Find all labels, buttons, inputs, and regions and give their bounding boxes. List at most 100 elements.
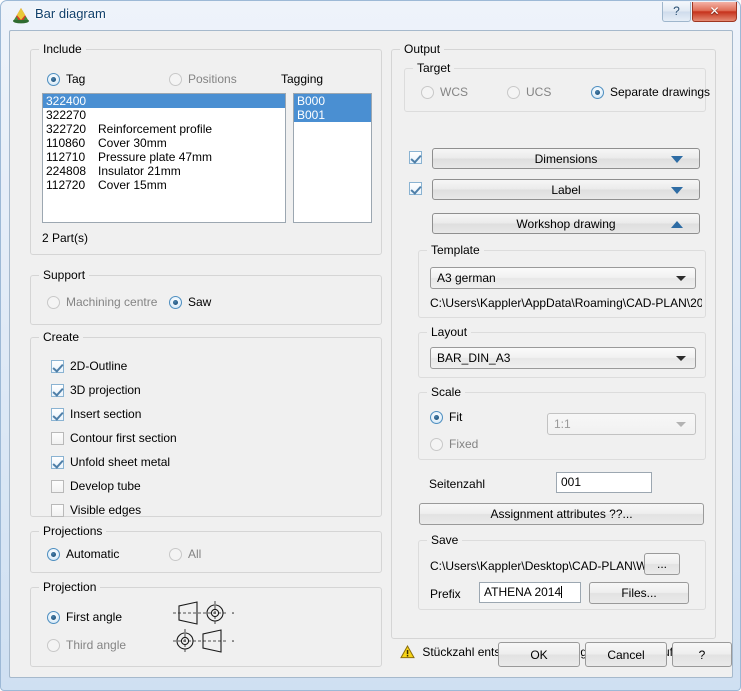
dimensions-button-label: Dimensions — [534, 151, 598, 166]
list-item[interactable]: 322720 Reinforcement profile — [43, 122, 285, 136]
checkbox-visible-edges-box — [51, 504, 64, 517]
seitenzahl-label: Seitenzahl — [429, 477, 486, 491]
list-item[interactable]: 112710 Pressure plate 47mm — [43, 150, 285, 164]
dialog-body: Include Tag Positions Tagging 322400 322… — [9, 30, 733, 678]
ok-button-label: OK — [530, 647, 548, 662]
list-item[interactable]: 322270 — [43, 108, 285, 122]
seitenzahl-input[interactable]: 001 — [556, 472, 652, 493]
parts-count-label: 2 Part(s) — [42, 231, 89, 245]
radio-saw-label: Saw — [188, 295, 212, 309]
scale-legend: Scale — [427, 385, 466, 399]
part-code: 322400 — [46, 94, 87, 108]
help-button[interactable]: ? — [672, 642, 732, 667]
part-code: 224808 — [46, 164, 87, 178]
save-group: Save C:\Users\Kappler\Desktop\CAD-PLAN\W… — [418, 533, 706, 610]
radio-separate-drawings-indicator — [591, 86, 604, 99]
checkbox-3d-projection-label: 3D projection — [70, 383, 141, 397]
radio-ucs-label: UCS — [526, 85, 552, 99]
list-item[interactable]: 224808 Insulator 21mm — [43, 164, 285, 178]
checkbox-unfold-sheet-metal-label: Unfold sheet metal — [70, 455, 171, 469]
part-code: 322720 — [46, 122, 87, 136]
prefix-input[interactable]: ATHENA 2014 — [479, 582, 581, 603]
radio-third-angle-indicator — [47, 639, 60, 652]
titlebar-help-button[interactable]: ? — [662, 2, 691, 22]
titlebar-close-button[interactable]: ✕ — [692, 2, 737, 22]
radio-all-indicator — [169, 548, 182, 561]
scale-ratio-value: 1:1 — [554, 417, 571, 431]
warning-triangle-icon — [400, 644, 415, 659]
radio-all-label: All — [188, 547, 202, 561]
checkbox-dimensions-box — [409, 151, 422, 164]
tag-code: B001 — [297, 108, 326, 122]
chevron-down-icon — [676, 276, 686, 281]
template-group: Template A3 german C:\Users\Kappler\AppD… — [418, 243, 706, 318]
template-combo[interactable]: A3 german — [430, 267, 696, 289]
parts-listbox[interactable]: 322400 322270 322720 Reinforcement profil… — [42, 93, 286, 223]
radio-separate-drawings-label: Separate drawings — [610, 85, 711, 99]
list-item[interactable]: 112720 Cover 15mm — [43, 178, 285, 192]
target-legend: Target — [413, 61, 455, 75]
label-button[interactable]: Label — [432, 179, 700, 200]
prefix-label: Prefix — [430, 587, 461, 601]
scale-group: Scale Fit Fixed 1:1 — [418, 385, 706, 460]
part-code: 110860 — [46, 136, 86, 150]
chevron-down-icon — [676, 356, 686, 361]
checkbox-develop-tube-box — [51, 480, 64, 493]
create-legend: Create — [39, 330, 84, 344]
files-button[interactable]: Files... — [589, 582, 689, 604]
part-code: 322270 — [46, 108, 87, 122]
layout-combo[interactable]: BAR_DIN_A3 — [430, 347, 696, 369]
part-name: Insulator 21mm — [98, 164, 181, 178]
radio-tag-label: Tag — [66, 72, 86, 86]
dimensions-button[interactable]: Dimensions — [432, 148, 700, 169]
part-name: Cover 30mm — [98, 136, 167, 150]
part-code: 112710 — [46, 150, 86, 164]
checkbox-contour-first-section-box — [51, 432, 64, 445]
checkbox-insert-section-box — [51, 408, 64, 421]
template-combo-value: A3 german — [437, 271, 496, 285]
include-legend: Include — [39, 42, 86, 56]
part-name: Cover 15mm — [98, 178, 167, 192]
assignment-attributes-button[interactable]: Assignment attributes ??... — [419, 503, 704, 525]
radio-saw-indicator — [169, 296, 182, 309]
athena-app-icon — [13, 8, 29, 24]
label-button-label: Label — [551, 182, 581, 197]
assignment-attributes-label: Assignment attributes ??... — [490, 507, 633, 521]
list-item[interactable]: B000 — [294, 94, 371, 108]
radio-first-angle-label: First angle — [66, 610, 123, 624]
scale-ratio-combo[interactable]: 1:1 — [547, 413, 696, 435]
radio-positions-indicator — [169, 73, 182, 86]
title-bar[interactable]: Bar diagram ? ✕ — [1, 1, 740, 30]
checkbox-2d-outline-label: 2D-Outline — [70, 359, 128, 373]
radio-automatic-indicator — [47, 548, 60, 561]
save-legend: Save — [427, 533, 463, 547]
checkbox-label-box — [409, 182, 422, 195]
checkbox-insert-section-label: Insert section — [70, 407, 142, 421]
help-button-label: ? — [698, 647, 706, 662]
chevron-down-icon — [676, 422, 686, 427]
bar-diagram-dialog: Bar diagram ? ✕ Include Tag Positions Ta… — [0, 0, 741, 691]
checkbox-contour-first-section-label: Contour first section — [70, 431, 177, 445]
checkbox-develop-tube-label: Develop tube — [70, 479, 141, 493]
support-group: Support Machining centre Saw — [30, 268, 382, 325]
list-item[interactable]: 322400 — [43, 94, 285, 108]
radio-first-angle-indicator — [47, 611, 60, 624]
projections-group: Projections Automatic All — [30, 524, 382, 573]
list-item[interactable]: B001 — [294, 108, 371, 122]
tag-code: B000 — [297, 94, 326, 108]
checkbox-unfold-sheet-metal-box — [51, 456, 64, 469]
workshop-drawing-button[interactable]: Workshop drawing — [432, 213, 700, 234]
tagging-listbox[interactable]: B000 B001 — [293, 93, 372, 223]
list-item[interactable]: 110860 Cover 30mm — [43, 136, 285, 150]
browse-path-button[interactable]: ... — [644, 553, 680, 575]
output-group: Output Target WCS UCS Separate drawings — [391, 42, 716, 659]
target-group: Target WCS UCS Separate drawings — [404, 61, 710, 112]
cancel-button[interactable]: Cancel — [585, 642, 667, 667]
radio-third-angle-label: Third angle — [66, 638, 127, 652]
cancel-button-label: Cancel — [607, 647, 645, 662]
radio-scale-fit-label: Fit — [449, 410, 463, 424]
radio-scale-fixed-label: Fixed — [449, 437, 479, 451]
prefix-value: ATHENA 2014 — [484, 585, 562, 599]
projection-legend: Projection — [39, 580, 101, 594]
ok-button[interactable]: OK — [498, 642, 580, 667]
